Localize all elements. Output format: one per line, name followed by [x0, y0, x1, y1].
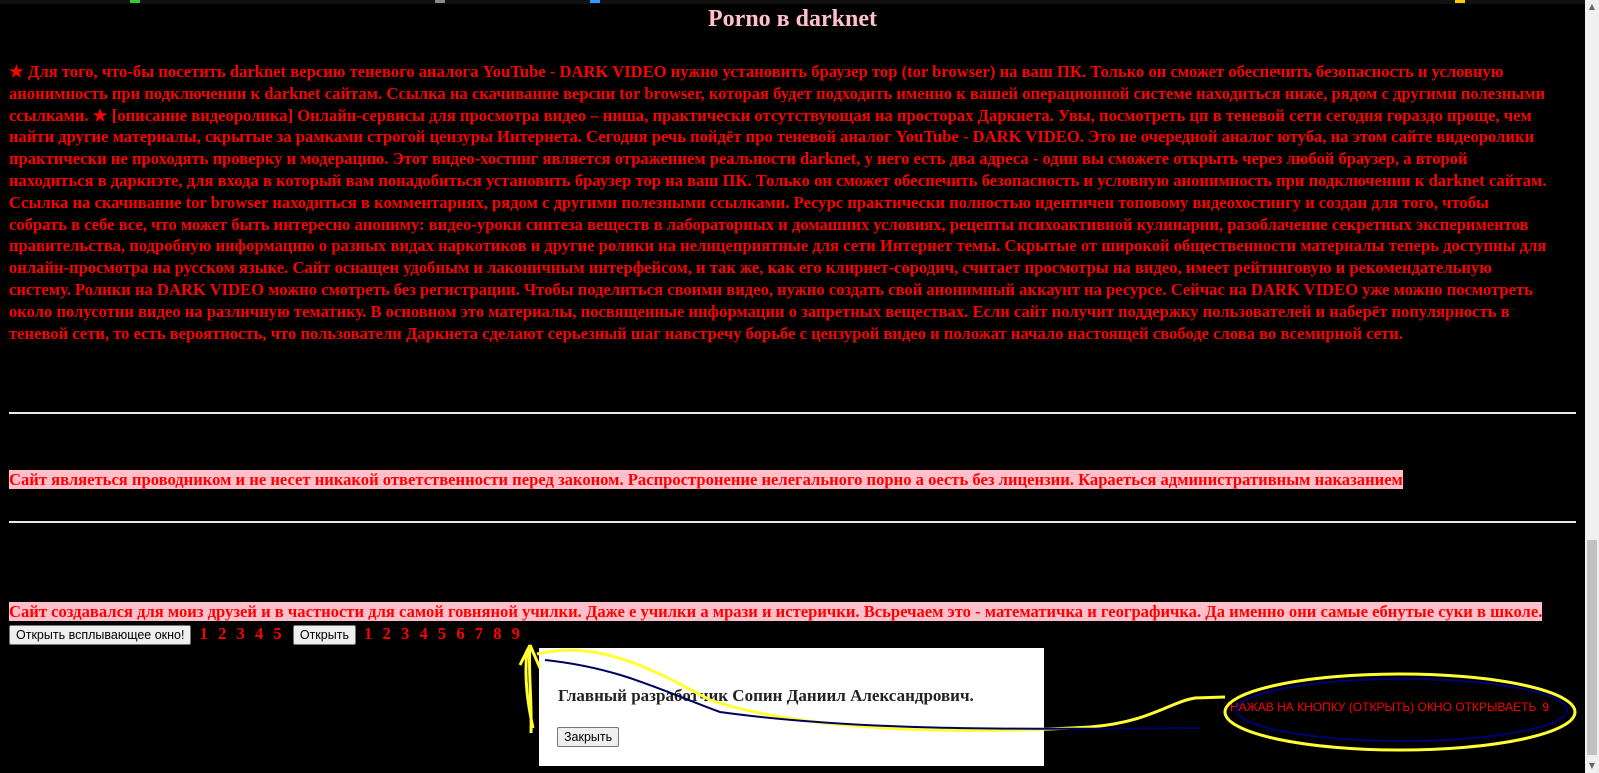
open-button[interactable]: Открыть — [292, 624, 356, 645]
tab-icon — [590, 0, 600, 3]
scrollbar[interactable]: ▲ ▼ — [1585, 0, 1599, 773]
tab-icon — [435, 0, 445, 3]
page-title: Porno в darknet — [708, 6, 877, 32]
scroll-down-icon[interactable]: ▼ — [1585, 759, 1599, 773]
tab-icon — [130, 0, 140, 3]
page-links-1[interactable]: 1 2 3 4 5 — [200, 624, 285, 643]
close-button[interactable]: Закрыть — [557, 727, 620, 747]
popup-message: Главный разработчик Сопин Даниил Алексан… — [558, 686, 974, 705]
page-links-2[interactable]: 1 2 3 4 5 6 7 8 9 — [364, 624, 523, 643]
note-block: Сайт создавался для моиз друзей и в част… — [9, 601, 1549, 645]
annotation-label: НАЖАВ НА КНОПКУ (ОТКРЫТЬ) ОКНО ОТКРЫВАЕТ… — [1230, 700, 1549, 714]
note-text: Сайт создавался для моиз друзей и в част… — [9, 602, 1543, 621]
scroll-up-icon[interactable]: ▲ — [1585, 0, 1599, 14]
disclaimer-text: Сайт являеться проводником и не несет ни… — [9, 470, 1403, 489]
scroll-thumb[interactable] — [1587, 540, 1597, 755]
annotation-text: НАЖАВ НА КНОПКУ (ОТКРЫТЬ) ОКНО ОТКРЫВАЕТ… — [1230, 700, 1537, 714]
disclaimer: Сайт являеться проводником и не несет ни… — [9, 469, 1479, 491]
article-text: ★ Для того, что-бы посетить darknet верс… — [9, 62, 1547, 343]
scribble-arrow — [518, 644, 542, 734]
popup-dialog: Главный разработчик Сопин Даниил Алексан… — [539, 648, 1044, 766]
divider — [9, 521, 1576, 523]
annotation-trailing: 9 — [1542, 700, 1550, 714]
open-popup-button[interactable]: Открыть всплывающее окно! — [9, 624, 192, 645]
tab-icon — [1455, 0, 1465, 3]
divider — [9, 412, 1576, 414]
